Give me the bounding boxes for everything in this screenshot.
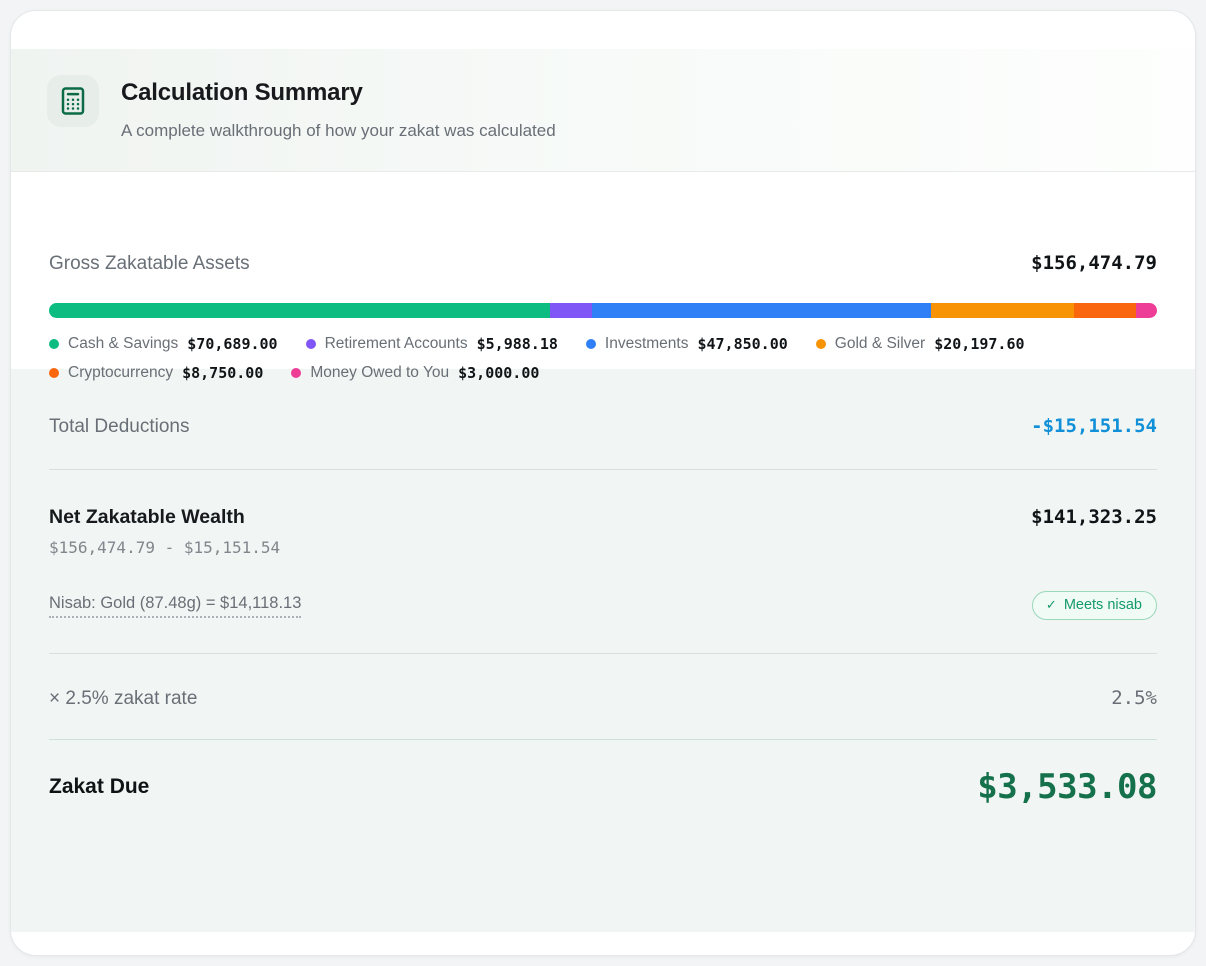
legend-item: Investments $47,850.00 — [586, 335, 788, 353]
total-deductions-row: Total Deductions -$15,151.54 — [49, 415, 1157, 438]
legend-item: Retirement Accounts $5,988.18 — [306, 335, 558, 353]
bar-segment — [931, 303, 1074, 318]
legend-label: Cash & Savings — [68, 335, 178, 353]
card-header: Calculation Summary A complete walkthrou… — [11, 49, 1195, 172]
legend-value: $70,689.00 — [187, 335, 277, 353]
zakat-rate-row: × 2.5% zakat rate 2.5% — [49, 687, 1157, 710]
bar-segment — [1136, 303, 1157, 318]
color-dot-icon — [306, 339, 316, 349]
zakat-due-label: Zakat Due — [49, 775, 149, 799]
legend-value: $5,988.18 — [477, 335, 558, 353]
page-title: Calculation Summary — [121, 79, 556, 107]
legend-label: Cryptocurrency — [68, 364, 173, 382]
divider — [49, 653, 1157, 654]
legend-item: Gold & Silver $20,197.60 — [816, 335, 1025, 353]
page-subtitle: A complete walkthrough of how your zakat… — [121, 121, 556, 141]
calculation-summary-card: Calculation Summary A complete walkthrou… — [10, 10, 1196, 956]
gross-assets-label: Gross Zakatable Assets — [49, 253, 250, 275]
color-dot-icon — [49, 368, 59, 378]
net-wealth-row: Net Zakatable Wealth $141,323.25 — [49, 506, 1157, 529]
color-dot-icon — [816, 339, 826, 349]
legend-item: Money Owed to You $3,000.00 — [291, 364, 539, 382]
meets-nisab-label: Meets nisab — [1064, 597, 1142, 613]
divider-accent — [49, 739, 1157, 740]
legend-item: Cryptocurrency $8,750.00 — [49, 364, 263, 382]
bar-segment — [49, 303, 550, 318]
legend-label: Gold & Silver — [835, 335, 925, 353]
nisab-threshold-text[interactable]: Nisab: Gold (87.48g) = $14,118.13 — [49, 594, 301, 618]
color-dot-icon — [586, 339, 596, 349]
color-dot-icon — [291, 368, 301, 378]
bar-segment — [1074, 303, 1136, 318]
header-text: Calculation Summary A complete walkthrou… — [121, 75, 556, 141]
bar-segment — [550, 303, 592, 318]
legend-value: $20,197.60 — [934, 335, 1024, 353]
total-deductions-value: -$15,151.54 — [1031, 415, 1157, 437]
color-dot-icon — [49, 339, 59, 349]
card-top-strip — [11, 11, 1195, 49]
meets-nisab-badge: ✓ Meets nisab — [1032, 591, 1157, 620]
legend-value: $3,000.00 — [458, 364, 539, 382]
divider — [49, 469, 1157, 470]
gross-assets-value: $156,474.79 — [1031, 252, 1157, 274]
zakat-due-value: $3,533.08 — [977, 767, 1157, 807]
zakat-due-row: Zakat Due $3,533.08 — [49, 767, 1157, 807]
legend-label: Investments — [605, 335, 689, 353]
check-icon: ✓ — [1046, 597, 1057, 613]
bar-segment — [592, 303, 931, 318]
legend-label: Retirement Accounts — [325, 335, 468, 353]
legend-item: Cash & Savings $70,689.00 — [49, 335, 278, 353]
legend-label: Money Owed to You — [310, 364, 449, 382]
legend-value: $47,850.00 — [697, 335, 787, 353]
asset-allocation-bar — [49, 303, 1157, 318]
gross-assets-row: Gross Zakatable Assets $156,474.79 — [49, 172, 1157, 275]
net-wealth-formula: $156,474.79 - $15,151.54 — [49, 538, 1157, 557]
card-body: Gross Zakatable Assets $156,474.79 Cash … — [11, 172, 1195, 932]
total-deductions-label: Total Deductions — [49, 416, 189, 438]
calculator-icon — [47, 75, 99, 127]
net-wealth-label: Net Zakatable Wealth — [49, 506, 245, 529]
asset-legend: Cash & Savings $70,689.00 Retirement Acc… — [49, 335, 1157, 382]
net-wealth-value: $141,323.25 — [1031, 506, 1157, 528]
zakat-rate-value: 2.5% — [1111, 687, 1157, 709]
legend-value: $8,750.00 — [182, 364, 263, 382]
zakat-rate-label: × 2.5% zakat rate — [49, 688, 197, 710]
nisab-row: Nisab: Gold (87.48g) = $14,118.13 ✓ Meet… — [49, 591, 1157, 620]
